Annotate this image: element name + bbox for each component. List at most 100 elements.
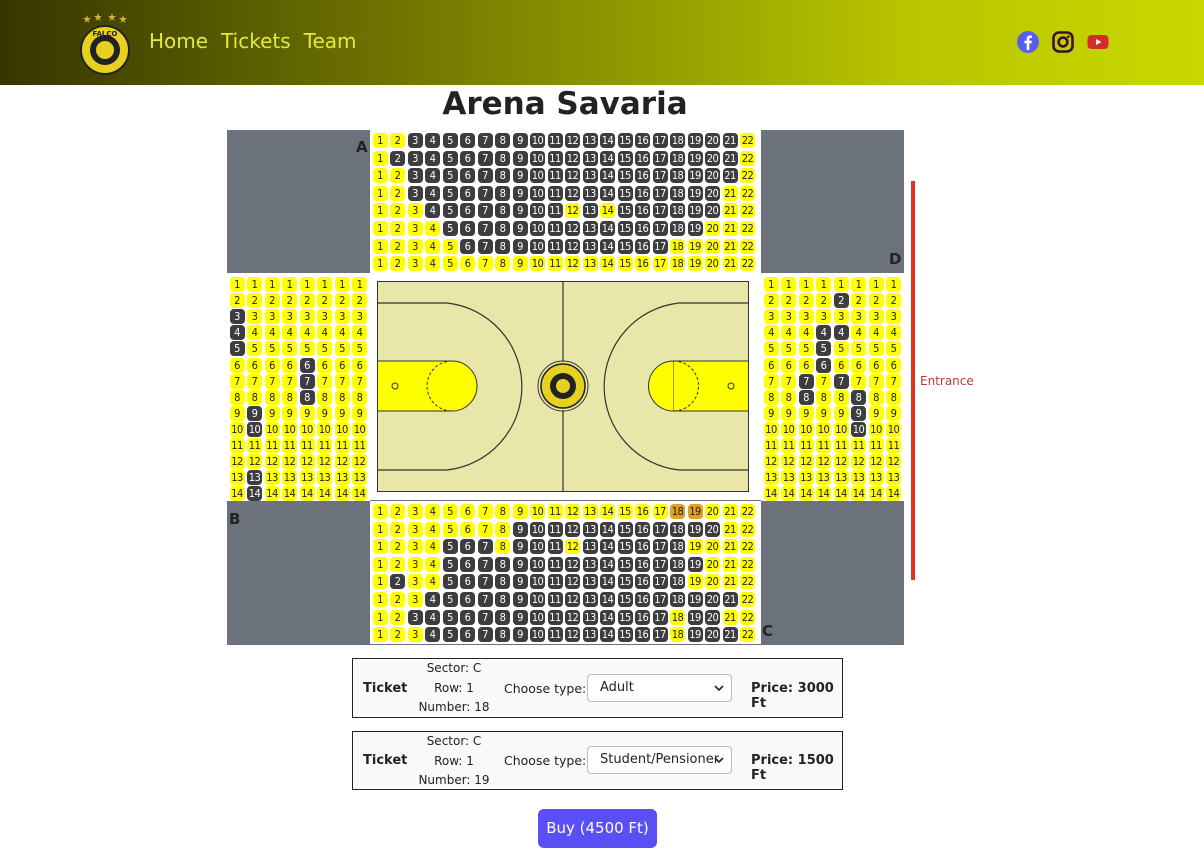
seat-c-3-6[interactable]: 6 (460, 539, 475, 555)
seat-a-1-13[interactable]: 13 (582, 133, 598, 148)
seat-c-4-7[interactable]: 7 (477, 556, 493, 572)
seat-a-5-8[interactable]: 8 (495, 203, 510, 219)
seat-d-14-8[interactable]: 14 (886, 486, 901, 502)
seat-d-2-3[interactable]: 2 (798, 293, 814, 309)
seat-b-1-3[interactable]: 1 (264, 277, 280, 292)
seat-b-5-4[interactable]: 5 (282, 341, 297, 357)
seat-a-1-2[interactable]: 2 (390, 133, 405, 148)
seat-a-6-19[interactable]: 19 (687, 221, 703, 236)
seat-c-1-14[interactable]: 14 (600, 504, 615, 519)
seat-b-8-1[interactable]: 8 (229, 389, 245, 405)
seat-c-7-21[interactable]: 21 (722, 609, 738, 625)
seat-a-3-10[interactable]: 10 (530, 168, 545, 184)
seat-d-1-6[interactable]: 1 (851, 277, 866, 292)
seat-a-7-16[interactable]: 16 (635, 238, 650, 254)
seat-b-6-8[interactable]: 6 (352, 357, 367, 373)
seat-c-4-21[interactable]: 21 (722, 556, 738, 572)
seat-a-7-6[interactable]: 6 (460, 238, 475, 254)
seat-d-5-4[interactable]: 5 (816, 341, 831, 357)
seat-c-2-13[interactable]: 13 (582, 521, 598, 537)
seat-c-7-18[interactable]: 18 (670, 609, 685, 625)
seat-a-2-18[interactable]: 18 (670, 150, 685, 166)
seat-c-7-2[interactable]: 2 (390, 609, 405, 625)
seat-b-3-7[interactable]: 3 (334, 309, 350, 325)
seat-a-4-18[interactable]: 18 (670, 185, 685, 201)
seat-c-1-22[interactable]: 22 (740, 504, 755, 519)
seat-c-2-15[interactable]: 15 (617, 521, 633, 537)
seat-c-2-16[interactable]: 16 (635, 521, 650, 537)
seat-b-2-5[interactable]: 2 (299, 293, 315, 309)
seat-a-2-19[interactable]: 19 (687, 150, 703, 166)
seat-c-8-12[interactable]: 12 (565, 627, 580, 643)
seat-b-9-8[interactable]: 9 (352, 405, 367, 421)
seat-c-3-15[interactable]: 15 (617, 539, 633, 555)
seat-c-7-19[interactable]: 19 (687, 609, 703, 625)
seat-a-3-1[interactable]: 1 (372, 168, 388, 184)
seat-d-10-7[interactable]: 10 (868, 421, 884, 437)
seat-c-1-10[interactable]: 10 (530, 504, 545, 519)
seat-b-3-3[interactable]: 3 (264, 309, 280, 325)
seat-a-5-13[interactable]: 13 (582, 203, 598, 219)
seat-a-1-11[interactable]: 11 (547, 133, 563, 148)
seat-d-13-1[interactable]: 13 (763, 470, 779, 486)
seat-b-4-7[interactable]: 4 (334, 325, 350, 341)
seat-a-2-7[interactable]: 7 (477, 150, 493, 166)
seat-b-11-1[interactable]: 11 (229, 438, 245, 453)
seat-a-8-8[interactable]: 8 (495, 256, 510, 272)
seat-a-7-18[interactable]: 18 (670, 238, 685, 254)
seat-b-8-4[interactable]: 8 (282, 389, 297, 405)
seat-a-4-21[interactable]: 21 (722, 185, 738, 201)
seat-b-13-7[interactable]: 13 (334, 470, 350, 486)
seat-a-6-3[interactable]: 3 (407, 221, 423, 236)
seat-d-13-5[interactable]: 13 (833, 470, 849, 486)
seat-c-5-19[interactable]: 19 (687, 574, 703, 590)
seat-a-8-17[interactable]: 17 (652, 256, 668, 272)
seat-d-10-5[interactable]: 10 (833, 421, 849, 437)
seat-c-6-11[interactable]: 11 (547, 592, 563, 607)
seat-a-5-7[interactable]: 7 (477, 203, 493, 219)
seat-c-1-6[interactable]: 6 (460, 504, 475, 519)
seat-a-4-10[interactable]: 10 (530, 185, 545, 201)
seat-b-9-3[interactable]: 9 (264, 405, 280, 421)
seat-b-12-1[interactable]: 12 (229, 454, 245, 470)
nav-tickets[interactable]: Tickets (221, 29, 291, 53)
seat-c-5-18[interactable]: 18 (670, 574, 685, 590)
seat-b-8-2[interactable]: 8 (247, 389, 262, 405)
seat-a-3-17[interactable]: 17 (652, 168, 668, 184)
seat-c-6-3[interactable]: 3 (407, 592, 423, 607)
seat-d-7-1[interactable]: 7 (763, 373, 779, 389)
seat-c-4-9[interactable]: 9 (512, 556, 528, 572)
seat-d-7-2[interactable]: 7 (781, 373, 796, 389)
seat-c-1-12[interactable]: 12 (565, 504, 580, 519)
seat-a-3-11[interactable]: 11 (547, 168, 563, 184)
seat-a-1-14[interactable]: 14 (600, 133, 615, 148)
seat-c-5-8[interactable]: 8 (495, 574, 510, 590)
seat-d-13-8[interactable]: 13 (886, 470, 901, 486)
seat-a-4-11[interactable]: 11 (547, 185, 563, 201)
seat-c-2-19[interactable]: 19 (687, 521, 703, 537)
seat-d-4-2[interactable]: 4 (781, 325, 796, 341)
seat-a-4-22[interactable]: 22 (740, 185, 755, 201)
seat-d-13-2[interactable]: 13 (781, 470, 796, 486)
seat-a-7-21[interactable]: 21 (722, 238, 738, 254)
seat-b-6-2[interactable]: 6 (247, 357, 262, 373)
seat-a-4-15[interactable]: 15 (617, 185, 633, 201)
seat-c-5-4[interactable]: 4 (425, 574, 440, 590)
seat-b-6-3[interactable]: 6 (264, 357, 280, 373)
seat-b-12-5[interactable]: 12 (299, 454, 315, 470)
seat-a-7-3[interactable]: 3 (407, 238, 423, 254)
seat-b-14-4[interactable]: 14 (282, 486, 297, 502)
seat-c-8-9[interactable]: 9 (512, 627, 528, 643)
seat-d-3-6[interactable]: 3 (851, 309, 866, 325)
seat-c-4-18[interactable]: 18 (670, 556, 685, 572)
seat-d-3-4[interactable]: 3 (816, 309, 831, 325)
seat-d-12-1[interactable]: 12 (763, 454, 779, 470)
seat-d-2-8[interactable]: 2 (886, 293, 901, 309)
seat-b-4-6[interactable]: 4 (317, 325, 332, 341)
seat-b-9-6[interactable]: 9 (317, 405, 332, 421)
seat-c-8-19[interactable]: 19 (687, 627, 703, 643)
seat-d-1-3[interactable]: 1 (798, 277, 814, 292)
seat-c-3-20[interactable]: 20 (705, 539, 720, 555)
seat-a-3-3[interactable]: 3 (407, 168, 423, 184)
seat-c-6-7[interactable]: 7 (477, 592, 493, 607)
